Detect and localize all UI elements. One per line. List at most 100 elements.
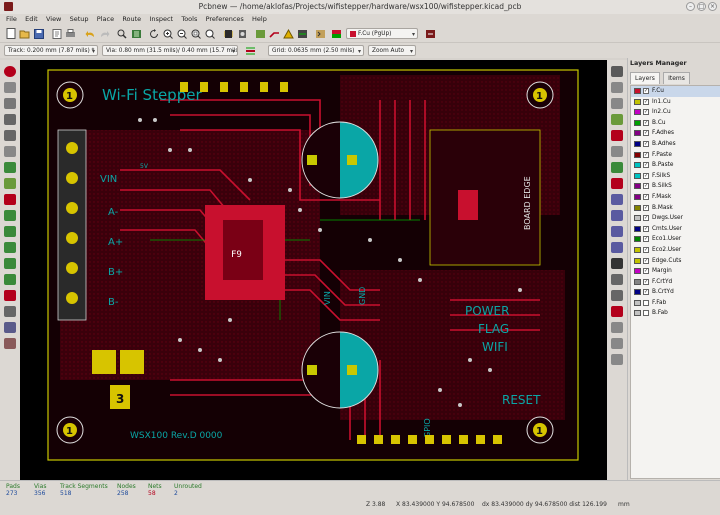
layer-color-swatch[interactable] [634,88,641,94]
layer-visibility-checkbox[interactable]: ✓ [643,225,649,232]
layer-row-edge-cuts[interactable]: ✓ Edge.Cuts [631,256,720,267]
minimize-button[interactable]: – [686,2,695,11]
add-via-tool-icon[interactable] [611,146,623,157]
layer-visibility-checkbox[interactable]: ✓ [643,88,649,94]
layer-color-swatch[interactable] [634,257,641,264]
menu-place[interactable]: Place [97,14,114,25]
layer-color-swatch[interactable] [634,98,641,105]
netlist-icon[interactable] [130,27,143,40]
layer-row-b-adhes[interactable]: ✓ B.Adhes [631,139,720,150]
highlight-net-icon[interactable] [611,82,623,93]
menu-edit[interactable]: Edit [25,14,38,25]
menu-preferences[interactable]: Preferences [206,14,244,25]
layer-pair-icon[interactable] [330,27,343,40]
layer-visibility-checkbox[interactable]: ✓ [643,204,649,211]
layer-visibility-checkbox[interactable]: ✓ [643,246,649,253]
drc-icon[interactable] [282,27,295,40]
gerber-icon[interactable] [296,27,309,40]
dimension-tool-icon[interactable] [611,274,623,285]
layer-row-f-crtyd[interactable]: ✓ F.CrtYd [631,277,720,288]
print-icon[interactable] [64,27,77,40]
delete-tool-icon[interactable] [611,306,623,317]
layer-visibility-checkbox[interactable]: ✓ [643,98,649,105]
layer-visibility-checkbox[interactable]: ✓ [643,268,649,275]
zoom-in-icon[interactable] [162,27,175,40]
layer-color-swatch[interactable] [634,289,641,296]
layer-visibility-checkbox[interactable]: ✓ [643,130,649,137]
scripting-icon[interactable] [314,27,327,40]
via-sketch-icon[interactable] [4,274,16,285]
layer-visibility-checkbox[interactable] [643,310,649,317]
layer-visibility-checkbox[interactable]: ✓ [643,151,649,158]
menu-route[interactable]: Route [122,14,141,25]
keepout-tool-icon[interactable] [611,178,623,189]
layer-color-swatch[interactable] [634,299,641,306]
layer-color-swatch[interactable] [634,140,641,147]
footprint-editor-icon[interactable] [222,27,235,40]
auto-delete-track-icon[interactable] [4,194,16,205]
layer-row-eco2-user[interactable]: ✓ Eco2.User [631,245,720,256]
active-layer-select[interactable]: F.Cu (PgUp) [346,28,418,39]
layer-color-swatch[interactable] [634,119,641,126]
layer-color-swatch[interactable] [634,225,641,232]
units-inch-icon[interactable] [4,114,16,125]
layer-visibility-checkbox[interactable]: ✓ [643,119,649,126]
layer-row-in2-cu[interactable]: ✓ In2.Cu [631,107,720,118]
track-width-select[interactable]: Track: 0.200 mm (7.87 mils) * [4,45,98,56]
layer-row-eco1-user[interactable]: ✓ Eco1.User [631,234,720,245]
grid-select[interactable]: Grid: 0.0635 mm (2.50 mils) [268,45,364,56]
layer-color-swatch[interactable] [634,278,641,285]
track-sketch-icon[interactable] [4,290,16,301]
local-ratsnest-icon[interactable] [611,98,623,109]
layer-color-swatch[interactable] [634,236,641,243]
via-size-select[interactable]: Via: 0.80 mm (31.5 mils)/ 0.40 mm (15.7 … [102,45,238,56]
route-track-tool-icon[interactable] [611,130,623,141]
layer-color-swatch[interactable] [634,162,641,169]
layer-row-b-fab[interactable]: B.Fab [631,308,720,319]
layer-row-b-silks[interactable]: ✓ B.SilkS [631,181,720,192]
menu-help[interactable]: Help [252,14,267,25]
polar-coords-icon[interactable] [4,98,16,109]
layer-row-dwgs-user[interactable]: ✓ Dwgs.User [631,213,720,224]
menu-setup[interactable]: Setup [70,14,89,25]
layer-color-swatch[interactable] [634,310,641,317]
add-polygon-tool-icon[interactable] [611,242,623,253]
zoom-out-icon[interactable] [176,27,189,40]
grid-toggle-icon[interactable] [4,82,16,93]
layer-color-swatch[interactable] [634,183,641,190]
drc-markers-icon[interactable] [4,66,16,77]
layer-row-b-mask[interactable]: ✓ B.Mask [631,203,720,214]
microwave-toolbar-icon[interactable] [4,338,16,349]
layer-visibility-checkbox[interactable]: ✓ [643,236,649,243]
layer-visibility-checkbox[interactable]: ✓ [643,193,649,200]
layer-row-b-paste[interactable]: ✓ B.Paste [631,160,720,171]
undo-icon[interactable] [84,27,97,40]
layer-row-cmts-user[interactable]: ✓ Cmts.User [631,224,720,235]
zoom-fit-icon[interactable] [190,27,203,40]
add-arc-tool-icon[interactable] [611,226,623,237]
zoom-selection-icon[interactable] [204,27,217,40]
add-zone-tool-icon[interactable] [611,162,623,173]
close-button[interactable]: × [708,2,717,11]
select-tool-icon[interactable] [611,66,623,77]
cursor-shape-icon[interactable] [4,146,16,157]
maximize-button[interactable]: □ [697,2,706,11]
units-mm-icon[interactable] [4,130,16,141]
layer-color-swatch[interactable] [634,109,641,116]
zoom-select[interactable]: Zoom Auto [368,45,416,56]
layer-visibility-checkbox[interactable]: ✓ [643,109,649,116]
open-folder-icon[interactable] [18,27,31,40]
layer-visibility-checkbox[interactable]: ✓ [643,289,649,296]
layer-color-swatch[interactable] [634,215,641,222]
tab-layers[interactable]: Layers [630,72,660,84]
route-tracks-icon[interactable] [268,27,281,40]
layer-row-f-paste[interactable]: ✓ F.Paste [631,150,720,161]
redo-icon[interactable] [98,27,111,40]
layer-row-margin[interactable]: ✓ Margin [631,266,720,277]
module-ratsnest-icon[interactable] [4,178,16,189]
add-circle-tool-icon[interactable] [611,210,623,221]
layer-row-f-silks[interactable]: ✓ F.SilkS [631,171,720,182]
menu-view[interactable]: View [46,14,61,25]
layer-visibility-checkbox[interactable]: ✓ [643,162,649,169]
target-tool-icon[interactable] [611,290,623,301]
